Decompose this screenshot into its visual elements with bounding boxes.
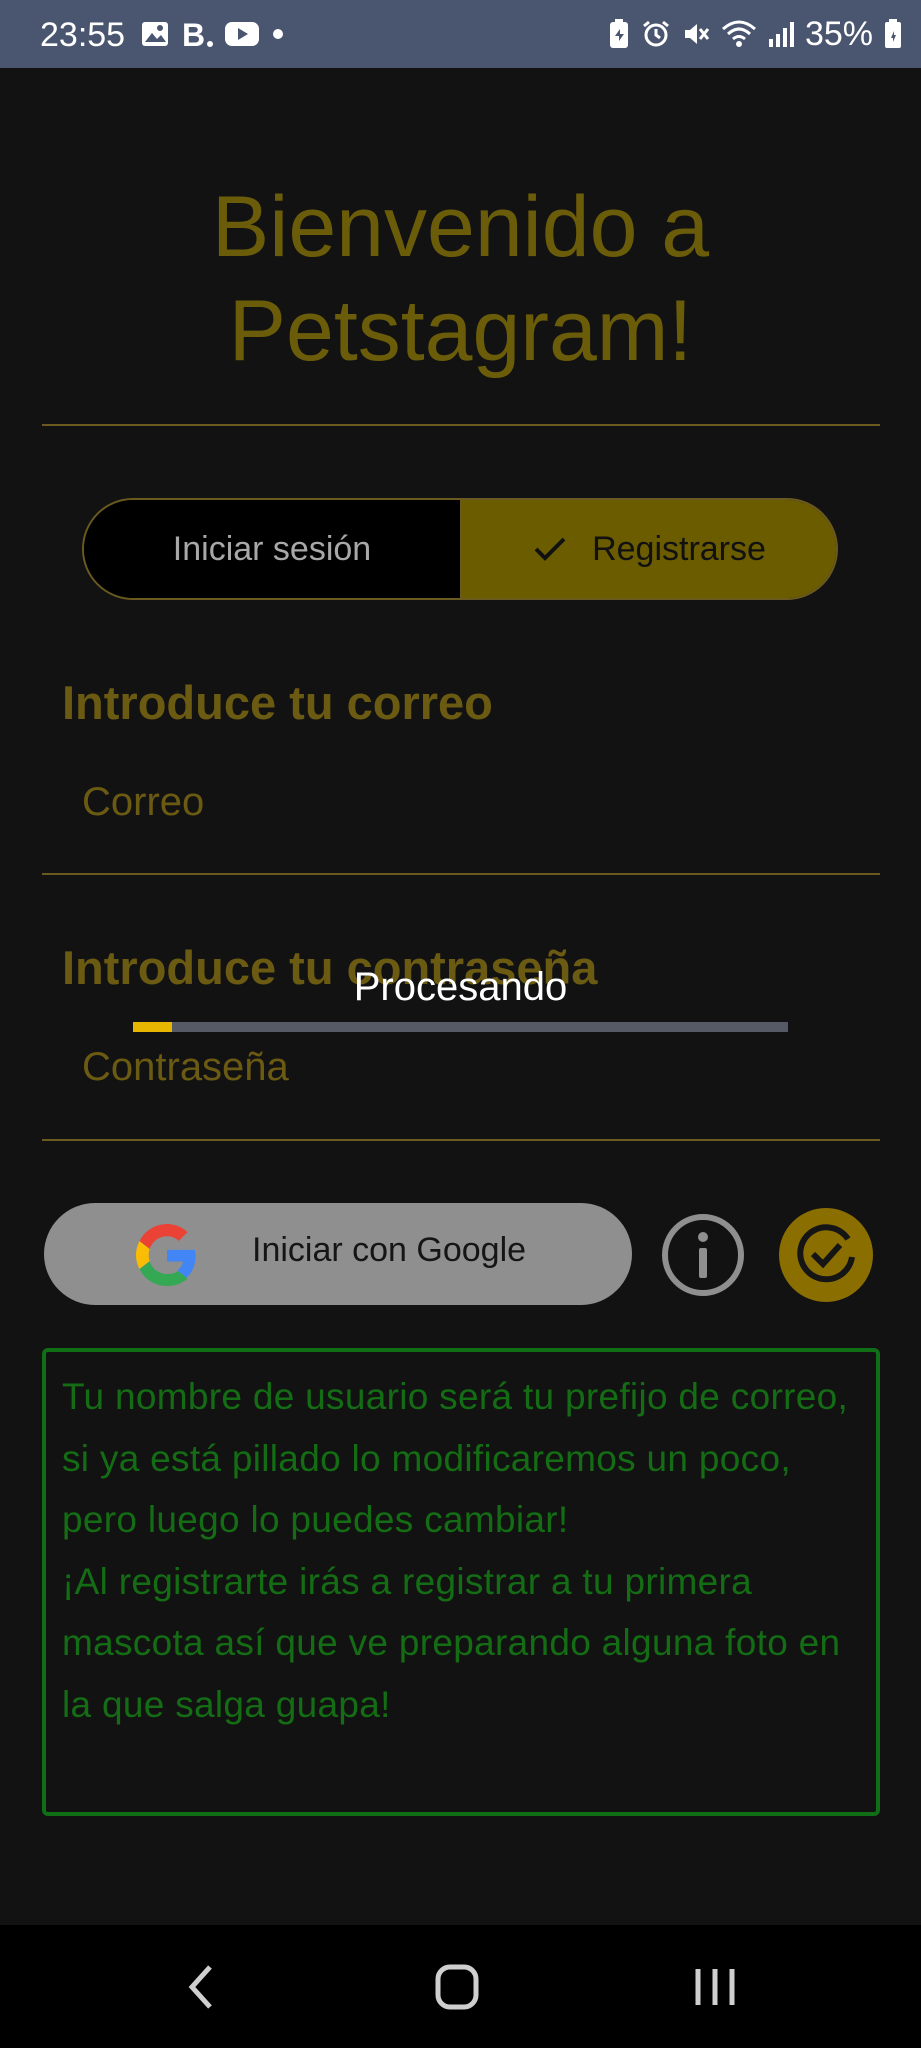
notification-icons: B: [140, 14, 286, 54]
password-field[interactable]: Contraseña: [82, 1045, 289, 1090]
info-icon[interactable]: [661, 1213, 745, 1297]
svg-text:B: B: [182, 17, 205, 51]
submit-check-icon[interactable]: [778, 1207, 874, 1303]
status-time: 23:55: [40, 16, 126, 54]
google-signin-label: Iniciar con Google: [252, 1231, 527, 1269]
image-icon: [142, 22, 168, 46]
progress-bar-fill: [133, 1022, 173, 1032]
navigation-bar: [0, 1925, 921, 2048]
wifi-icon: [721, 20, 756, 47]
title-line-1: Bienvenido a: [211, 179, 710, 275]
info-paragraph-1: Tu nombre de usuario será tu prefijo de …: [62, 1376, 849, 1540]
progress-label: Procesando: [353, 965, 568, 1009]
google-signin-button[interactable]: Iniciar con Google: [44, 1203, 632, 1305]
login-tab-label: Iniciar sesión: [172, 529, 372, 568]
email-underline: [42, 873, 880, 875]
home-icon[interactable]: [422, 1955, 492, 2019]
battery-saver-icon: [609, 19, 628, 48]
email-field[interactable]: Correo: [82, 780, 204, 825]
google-icon: [136, 1224, 196, 1286]
dot-icon: [273, 29, 283, 39]
back-icon[interactable]: [166, 1955, 236, 2019]
login-tab[interactable]: Iniciar sesión: [84, 500, 462, 598]
checkmark-icon: [534, 537, 566, 561]
auth-mode-toggle: Iniciar sesión Registrarse: [82, 498, 838, 600]
signal-icon: [768, 22, 794, 47]
alarm-icon: [643, 20, 669, 47]
email-label: Introduce tu correo: [62, 676, 493, 729]
recents-icon[interactable]: [680, 1955, 750, 2019]
info-paragraph-2: ¡Al registrarte irás a registrar a tu pr…: [62, 1560, 841, 1725]
progress-bar: [133, 1022, 788, 1032]
password-underline: [42, 1139, 880, 1141]
system-icons: 35%: [607, 14, 903, 54]
page-title: Bienvenido a Petstagram!: [0, 175, 921, 383]
b-app-icon: B: [182, 17, 213, 51]
register-tab-label: Registrarse: [592, 529, 766, 568]
mute-icon: [684, 24, 710, 44]
registration-info-box: Tu nombre de usuario será tu prefijo de …: [42, 1348, 880, 1816]
battery-icon: [885, 19, 901, 48]
youtube-icon: [225, 22, 259, 46]
battery-percent: 35%: [804, 14, 873, 53]
status-bar: 23:55 B 35%: [0, 0, 921, 68]
title-divider: [42, 424, 880, 426]
title-line-2: Petstagram!: [228, 283, 693, 379]
register-tab[interactable]: Registrarse: [462, 500, 836, 598]
